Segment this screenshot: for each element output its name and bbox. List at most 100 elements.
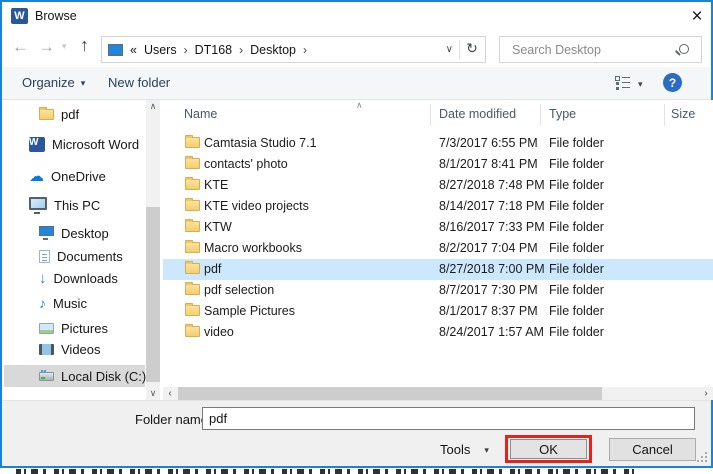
sidebar-item-pictures[interactable]: Pictures [4,317,145,339]
thispc-icon [29,196,47,214]
view-dropdown-icon[interactable]: ▾ [638,79,643,90]
scrollbar-thumb[interactable] [178,387,602,400]
sidebar-item-local-disk-c[interactable]: Local Disk (C:) [4,365,147,387]
breadcrumb-item-dt168[interactable]: DT168 [195,43,233,57]
disk-icon [39,369,54,381]
folder-icon [185,177,200,190]
breadcrumb: Users › DT168 › Desktop › [144,42,314,57]
cell-date: 8/2/2017 7:04 PM [439,241,538,255]
new-folder-button[interactable]: New folder [108,75,170,90]
scroll-down-icon[interactable]: ∨ [146,387,160,400]
file-row-video[interactable]: video 8/24/2017 1:57 AM File folder [163,322,713,343]
cell-type: File folder [549,325,604,339]
sidebar-item-this-pc[interactable]: This PC [4,194,145,216]
sidebar-item-label: Documents [57,248,123,264]
sidebar-item-desktop[interactable]: Desktop [4,222,145,244]
window-title: Browse [35,9,77,23]
refresh-icon[interactable]: ↻ [463,40,481,57]
sidebar-item-label: OneDrive [51,168,106,184]
sidebar-item-music[interactable]: ♪ Music [4,292,145,314]
resize-grip[interactable] [697,452,708,463]
cell-date: 8/1/2017 8:37 PM [439,304,538,318]
cell-type: File folder [549,199,604,213]
file-row-pdf-selection[interactable]: pdf selection 8/7/2017 7:30 PM File folder [163,280,713,301]
sidebar-item-videos[interactable]: Videos [4,338,145,360]
file-row-macro-workbooks[interactable]: Macro workbooks 8/2/2017 7:04 PM File fold… [163,238,713,259]
title-bar[interactable]: W Browse × [2,2,711,32]
chevron-right-icon[interactable]: › [239,43,243,57]
tools-button[interactable]: Tools ▾ [440,442,489,457]
back-icon[interactable]: ← [12,37,29,57]
folder-icon [185,198,200,211]
scroll-up-icon[interactable]: ∧ [146,100,160,113]
file-row-camtasia-studio-7-1[interactable]: Camtasia Studio 7.1 7/3/2017 6:55 PM File … [163,133,713,154]
sidebar-item-label: Desktop [61,225,109,241]
sidebar-item-label: Pictures [61,320,108,336]
sidebar-scrollbar[interactable]: ∧ ∨ [146,100,160,400]
history-dropdown-icon[interactable]: ▾ [62,41,67,52]
sidebar-item-label: This PC [54,197,101,213]
sidebar-item-label: Local Disk (C:) [61,368,147,384]
organize-label: Organize [22,75,75,90]
cell-name: KTE [204,178,229,192]
ok-button[interactable]: OK [510,439,587,459]
file-row-ktw[interactable]: KTW 8/16/2017 7:33 PM File folder [163,217,713,238]
address-dropdown-icon[interactable]: ∨ [446,44,453,55]
breadcrumb-item-users[interactable]: Users [144,43,177,57]
cell-type: File folder [549,178,604,192]
search-icon[interactable] [679,44,689,54]
address-bar[interactable]: « Users › DT168 › Desktop › ∨ ↻ [101,36,486,63]
list-horizontal-scrollbar[interactable]: ‹ › [163,387,713,400]
sidebar-item-label: Videos [61,341,101,357]
divider [459,40,460,59]
cell-type: File folder [549,136,604,150]
videos-icon [39,343,54,355]
chevron-down-icon: ▾ [484,445,489,455]
scroll-left-icon[interactable]: ‹ [163,387,177,400]
background-cutoff-text [16,469,636,474]
forward-icon[interactable]: → [38,37,55,57]
sidebar-item-documents[interactable]: Documents [4,245,145,267]
sidebar-item-microsoft-word[interactable]: W Microsoft Word [4,133,145,155]
folder-name-input[interactable] [202,407,695,430]
file-rows: Camtasia Studio 7.1 7/3/2017 6:55 PM File … [163,100,713,387]
folder-icon [185,303,200,316]
cell-name: Sample Pictures [204,304,296,318]
file-row-pdf[interactable]: pdf 8/27/2018 7:00 PM File folder [163,259,713,280]
scrollbar-thumb[interactable] [146,207,160,382]
cell-date: 8/24/2017 1:57 AM [439,325,544,339]
close-icon[interactable]: × [683,4,711,30]
cell-date: 8/14/2017 7:18 PM [439,199,545,213]
help-icon[interactable]: ? [663,73,682,92]
search-input[interactable]: Search Desktop [499,36,702,63]
breadcrumb-prefix: « [130,42,137,57]
sidebar-item-downloads[interactable]: ↓ Downloads [4,267,145,289]
cell-type: File folder [549,220,604,234]
cell-type: File folder [549,304,604,318]
cell-date: 7/3/2017 6:55 PM [439,136,538,150]
scroll-right-icon[interactable]: › [699,387,713,400]
file-row-kte[interactable]: KTE 8/27/2018 7:48 PM File folder [163,175,713,196]
folder-name-label: Folder name: [135,412,212,427]
sidebar-item-label: Music [53,295,87,311]
cell-type: File folder [549,283,604,297]
chevron-right-icon[interactable]: › [303,43,307,57]
file-row-sample-pictures[interactable]: Sample Pictures 8/1/2017 8:37 PM File fold… [163,301,713,322]
folder-icon [39,106,54,120]
organize-button[interactable]: Organize ▾ [22,75,85,90]
sidebar-item-pdf[interactable]: pdf [4,103,145,125]
folder-icon [185,324,200,337]
up-icon[interactable]: ↑ [80,35,89,56]
cell-name: KTW [204,220,232,234]
chevron-right-icon[interactable]: › [184,43,188,57]
cancel-button[interactable]: Cancel [609,438,696,461]
sidebar-item-onedrive[interactable]: ☁ OneDrive [4,165,145,187]
breadcrumb-item-desktop[interactable]: Desktop [250,43,296,57]
file-row-kte-video-projects[interactable]: KTE video projects 8/14/2017 7:18 PM File … [163,196,713,217]
file-row-contacts-photo[interactable]: contacts' photo 8/1/2017 8:41 PM File fold… [163,154,713,175]
cell-date: 8/7/2017 7:30 PM [439,283,538,297]
cell-date: 8/27/2018 7:00 PM [439,262,545,276]
cell-type: File folder [549,262,604,276]
cell-name: Camtasia Studio 7.1 [204,136,317,150]
change-view-icon[interactable] [615,76,630,89]
